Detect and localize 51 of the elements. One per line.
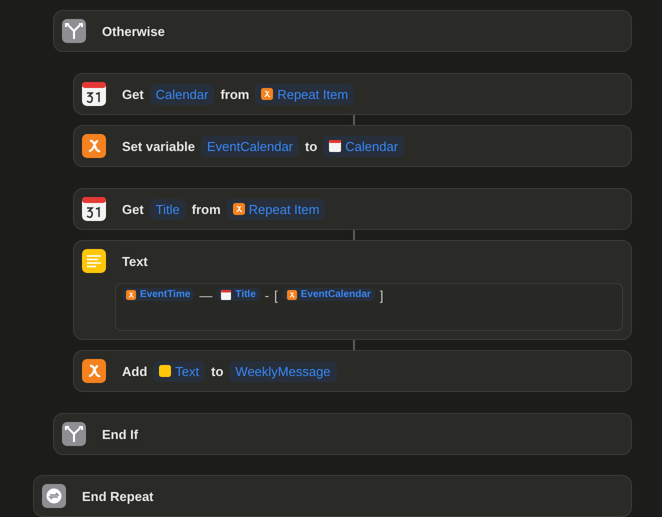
action-label: to [211, 364, 224, 378]
text-field[interactable]: EventTime — Title - [ EventCalendar ] [115, 283, 623, 331]
text-lines-icon [159, 365, 172, 377]
variable-icon [232, 203, 245, 215]
action-card[interactable]: End Repeat [33, 475, 632, 517]
action-card[interactable]: Get Title from Repeat Item [73, 188, 632, 230]
action-label: — [199, 288, 212, 303]
variable-token[interactable]: Title [150, 198, 186, 220]
calendar-icon [329, 140, 342, 152]
variable-token[interactable]: Repeat Item [255, 84, 354, 104]
action-label: End Repeat [82, 488, 154, 504]
action-card[interactable]: Otherwise [53, 10, 632, 52]
action-label: Add [122, 364, 148, 378]
variable-token[interactable]: Calendar [150, 84, 214, 104]
action-label: Get [122, 202, 144, 216]
branch-icon [62, 422, 86, 446]
action-label: [ [274, 288, 278, 303]
action-label: to [305, 138, 318, 154]
branch-icon [62, 19, 86, 43]
variable-token[interactable]: Title [217, 288, 260, 301]
calendar-icon [82, 82, 106, 106]
variable-icon [126, 290, 136, 300]
action-card[interactable]: Get Calendar from Repeat Item [73, 73, 632, 115]
action-label: Set variable [122, 138, 195, 154]
variable-token[interactable]: Text [153, 360, 206, 382]
action-label: from [192, 202, 221, 216]
action-label: Text [122, 254, 148, 268]
calendar-icon [82, 197, 106, 221]
action-label: End If [102, 426, 138, 442]
variable-icon [82, 359, 106, 383]
repeat-icon [42, 484, 66, 508]
variable-icon [286, 290, 297, 300]
action-card[interactable]: Set variable EventCalendar to Calendar [73, 125, 632, 167]
variable-token[interactable]: EventTime [122, 288, 194, 301]
variable-token[interactable]: Repeat Item [226, 198, 326, 220]
variable-icon [82, 134, 106, 158]
action-label: - [264, 288, 270, 303]
variable-token[interactable]: WeeklyMessage [229, 360, 337, 382]
action-label: ] [380, 288, 384, 303]
action-card[interactable]: End If [53, 413, 632, 455]
action-label: Otherwise [102, 24, 165, 38]
calendar-icon [221, 290, 232, 300]
text-lines-icon [82, 249, 106, 273]
action-card[interactable]: Text EventTime — Title - [ EventCalendar ] [73, 240, 632, 340]
variable-icon [261, 88, 274, 100]
action-label: Get [122, 86, 144, 102]
variable-token[interactable]: Calendar [323, 136, 404, 156]
variable-token[interactable]: EventCalendar [201, 136, 299, 156]
variable-token[interactable]: EventCalendar [282, 288, 375, 301]
action-label: from [220, 86, 250, 102]
action-card[interactable]: Add Text to WeeklyMessage [73, 350, 632, 392]
